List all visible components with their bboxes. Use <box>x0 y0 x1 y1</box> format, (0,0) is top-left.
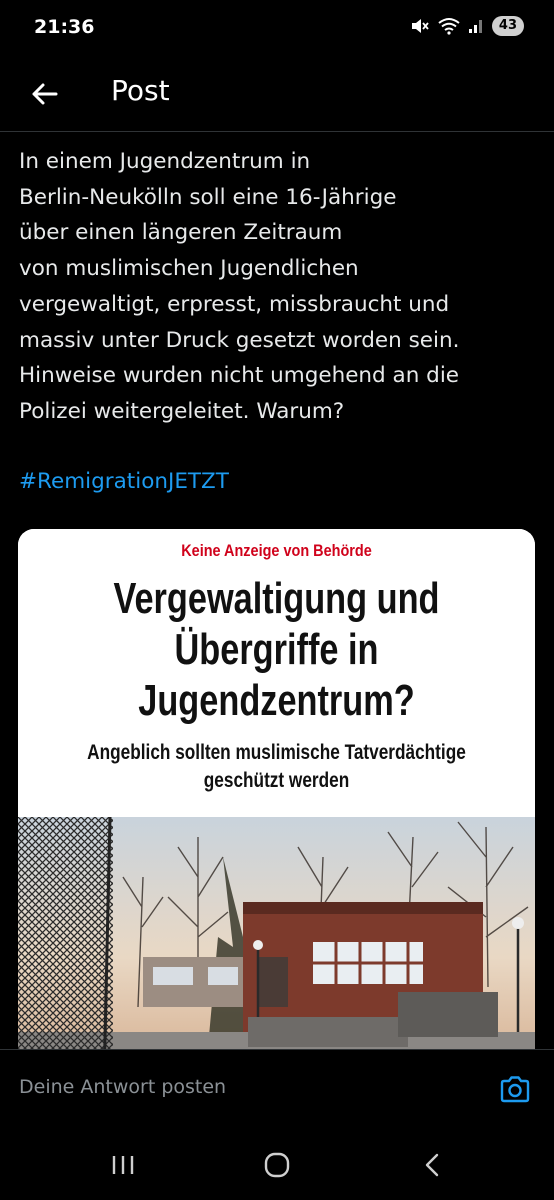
article-headline: Vergewaltigung und Übergriffe in Jugendz… <box>113 574 440 725</box>
status-time: 21:36 <box>34 16 95 38</box>
home-icon <box>264 1152 290 1178</box>
hashtag-link[interactable]: #RemigrationJETZT <box>19 464 229 499</box>
status-bar: 21:36 43 <box>0 0 554 58</box>
arrow-left-icon <box>32 83 58 105</box>
reply-input[interactable]: Deine Antwort posten <box>19 1076 226 1098</box>
post-text: In einem Jugendzentrum in Berlin-Neuköll… <box>19 149 460 424</box>
article-kicker: Keine Anzeige von Behörde <box>181 541 372 560</box>
post-header: Post <box>0 58 554 132</box>
mute-icon <box>410 17 430 35</box>
recent-apps-button[interactable] <box>98 1145 148 1185</box>
home-button[interactable] <box>252 1145 302 1185</box>
wifi-icon <box>438 17 460 35</box>
media-card[interactable]: Keine Anzeige von Behörde Vergewaltigung… <box>18 529 535 1129</box>
article-subline: Angeblich sollten muslimische Tatverdäch… <box>87 741 466 792</box>
back-icon <box>425 1153 439 1177</box>
back-button[interactable] <box>22 72 66 116</box>
signal-icon <box>468 18 484 34</box>
nav-back-button[interactable] <box>407 1145 457 1185</box>
recent-apps-icon <box>112 1156 134 1174</box>
screen: 21:36 43 Post In einem Jugendzentrum in … <box>0 0 554 1200</box>
reply-bar: Deine Antwort posten <box>0 1049 554 1132</box>
article-header: Keine Anzeige von Behörde Vergewaltigung… <box>18 529 535 817</box>
page-title: Post <box>111 74 170 107</box>
status-icons: 43 <box>410 16 524 36</box>
camera-button[interactable] <box>496 1070 534 1108</box>
system-nav-bar <box>0 1131 554 1200</box>
camera-icon <box>500 1076 530 1103</box>
battery-badge: 43 <box>491 16 524 36</box>
